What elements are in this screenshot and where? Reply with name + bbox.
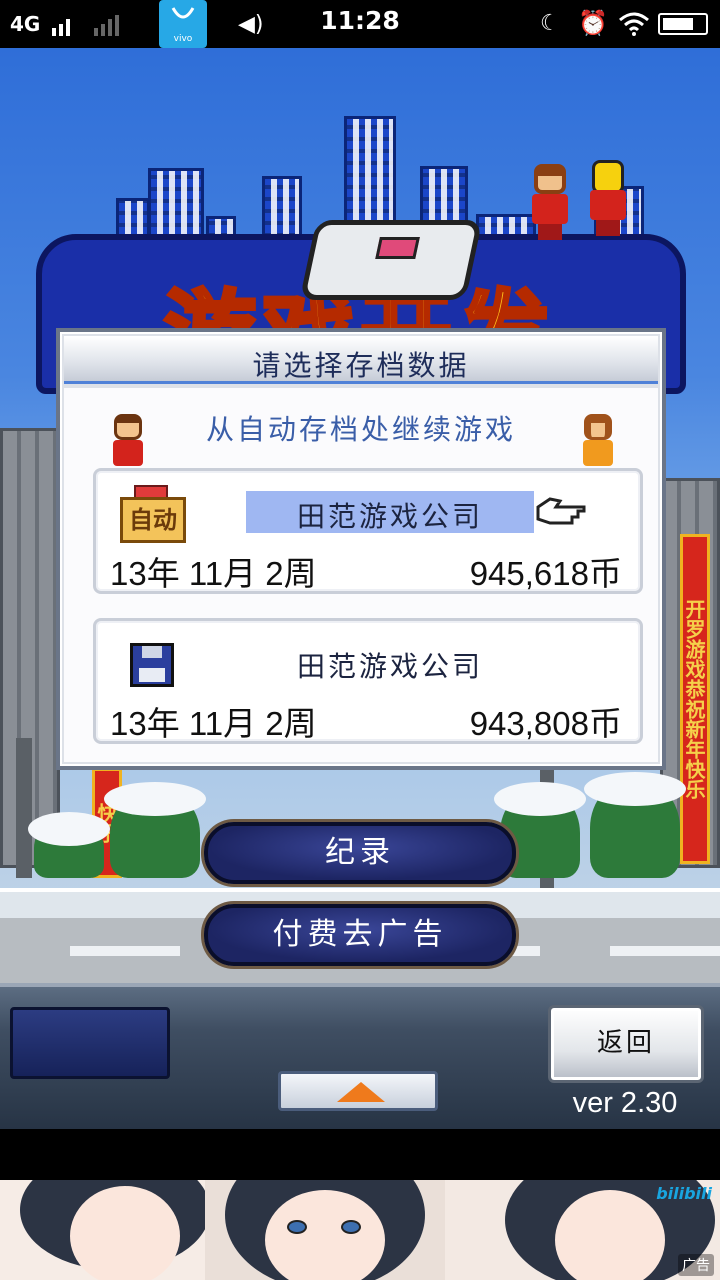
vibrate-icon: ◀): [238, 12, 264, 37]
pole: [16, 738, 32, 878]
slot-company-name: 田范游戏公司: [296, 500, 483, 533]
snowy-tree: [584, 772, 686, 878]
snowy-tree: [28, 812, 110, 878]
slot-company-name: 田范游戏公司: [296, 650, 483, 683]
battery-icon: [658, 13, 708, 35]
character-girl-icon: [530, 164, 570, 240]
vivo-app-icon[interactable]: vivo: [159, 0, 207, 48]
records-button[interactable]: 纪录: [204, 822, 516, 884]
do-not-disturb-icon: ☾: [540, 11, 560, 36]
vivo-label: vivo: [173, 34, 193, 44]
slot-date: 13年 11月 2周: [110, 705, 317, 742]
back-button[interactable]: 返回: [548, 1005, 704, 1083]
wifi-icon: [619, 12, 649, 36]
autosave-badge-label: 自动: [120, 497, 186, 543]
console-icon: [299, 220, 483, 300]
save-select-dialog: 请选择存档数据 从自动存档处继续游戏 自动 田范游戏公司 13年 11月 2周 …: [56, 328, 666, 770]
bottom-panel: 返回 ver 2.30: [0, 983, 720, 1129]
slot-money: 945,618币: [469, 555, 622, 592]
autosave-badge-icon: 自动: [120, 485, 186, 545]
signal-icon: [52, 15, 119, 36]
ad-banner[interactable]: bilibili 广告: [0, 1180, 720, 1280]
dialog-title-bar: 请选择存档数据: [64, 336, 658, 384]
up-arrow-icon: [337, 1082, 385, 1102]
save-slot-auto[interactable]: 自动 田范游戏公司 13年 11月 2周 945,618币: [93, 468, 643, 594]
panel-slot: [10, 1007, 170, 1079]
pointing-hand-icon: [536, 497, 586, 525]
floppy-disk-icon: [130, 643, 174, 687]
slot-date: 13年 11月 2周: [110, 555, 317, 592]
scroll-up-button[interactable]: [278, 1071, 438, 1111]
dialog-body: 从自动存档处继续游戏 自动 田范游戏公司 13年 11月 2周 945,618币…: [64, 388, 658, 762]
character-boxhead-icon: [588, 160, 628, 236]
status-bar: 4G vivo ◀) 11:28 ☾ ⏰: [0, 0, 720, 48]
remove-ads-button[interactable]: 付费去广告: [204, 904, 516, 966]
girl-character-icon: [580, 414, 616, 466]
network-indicator: 4G: [10, 12, 41, 36]
autosave-heading: 从自动存档处继续游戏: [205, 413, 516, 446]
clock: 11:28: [320, 6, 400, 35]
ad-image: [0, 1180, 205, 1280]
right-banner: 开罗游戏恭祝新年快乐: [680, 534, 710, 864]
black-band: [0, 1129, 720, 1180]
bilibili-logo: bilibili: [656, 1184, 712, 1203]
snowy-tree: [104, 782, 206, 878]
slot-money: 943,808币: [469, 705, 622, 742]
alarm-icon: ⏰: [578, 9, 608, 37]
dialog-title: 请选择存档数据: [252, 349, 470, 382]
version-label: ver 2.30: [572, 1087, 678, 1119]
ad-image: [205, 1180, 445, 1280]
save-slot-manual[interactable]: 田范游戏公司 13年 11月 2周 943,808币: [93, 618, 643, 744]
ad-label: 广告: [678, 1254, 714, 1276]
